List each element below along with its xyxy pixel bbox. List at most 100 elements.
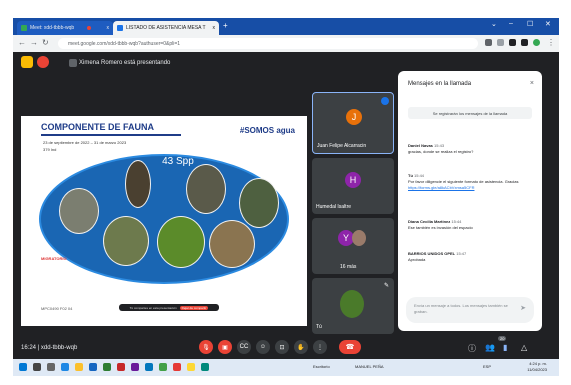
present-screen-button[interactable]: ⊡ [275,340,289,354]
profile-avatar[interactable] [533,39,540,46]
maximize-icon[interactable]: ☐ [527,20,533,28]
more-options-button[interactable]: ⋮ [313,340,327,354]
message-time: 15:44 [414,173,425,178]
slide-title: COMPONENTE DE FAUNA [41,122,155,132]
edge-icon[interactable] [61,363,69,371]
participant-tile[interactable]: J Juan Felipe Alcarracin [312,92,394,154]
presentation-bar: Ximena Romero está presentando [13,52,313,74]
language-indicator[interactable]: ESP [483,364,491,369]
reload-icon[interactable]: ↻ [42,38,49,47]
message-author: Diana Cecilia Martinez [408,219,451,224]
participant-name: Tú [316,324,322,330]
sharing-notice: Tú compartes en esta presentación Dejar … [119,304,219,311]
message-link[interactable]: https://forms.gle/a8kACbVxmsa5CFR [408,185,534,191]
back-icon[interactable]: ← [18,38,26,47]
species-count: 43 Spp [162,156,194,167]
system-clock[interactable]: 4:24 p. m. 11/04/2023 [527,361,547,373]
stop-sharing-button[interactable]: Dejar de compartir [179,305,209,310]
close-tab-icon[interactable]: x [213,25,216,31]
app-icon[interactable] [201,363,209,371]
chat-panel: Mensajes en la llamada × Se registrarán … [398,71,542,331]
mic-off-button[interactable]: 🎙 [199,340,213,354]
meet-favicon-icon [21,25,27,31]
pdf-icon[interactable] [173,363,181,371]
meeting-info: 16:24 | xdd-tbbb-wqb [21,345,77,351]
explorer-icon[interactable] [75,363,83,371]
migratory-label: MIGRATORIO [41,256,67,261]
close-tab-icon[interactable]: x [106,25,109,31]
chat-title: Mensajes en la llamada [408,81,472,87]
forms-favicon-icon [117,25,123,31]
bookmark-star-icon[interactable] [497,39,504,46]
slide-stats: 20 Fam 43 Spp [161,144,195,168]
more-participants-tile[interactable]: Y 16 más [312,218,394,274]
record-icon[interactable] [37,56,49,68]
slide-footer: MPC0490 F02 04 [41,306,73,311]
chat-input[interactable]: Envía un mensaje a todos. Los mensajes t… [406,297,534,323]
info-icon[interactable]: ⓘ [468,343,476,354]
forward-icon[interactable]: → [30,38,38,47]
self-video [340,290,364,318]
participant-name: Humedal Isaltre [316,204,352,210]
close-window-icon[interactable]: ✕ [545,20,551,28]
bird-photo-3 [239,178,279,228]
camera-off-button[interactable]: ▣ [218,340,232,354]
powerpoint-icon[interactable] [117,363,125,371]
message-author: Daniel Navas [408,143,433,148]
chat-message: Tú 15:44 Por favor diligencie el siguien… [408,173,534,191]
start-icon[interactable] [19,363,27,371]
self-tile[interactable]: ✎ Tú [312,278,394,334]
bird-photo-4 [59,188,99,234]
task-view-icon[interactable] [47,363,55,371]
tab-label: LISTADO DE ASISTENCIA MESA T [126,25,206,31]
extensions-icon[interactable] [509,39,516,46]
send-icon[interactable]: ➤ [520,305,526,312]
end-call-button[interactable]: ☎ [339,340,361,354]
message-text: Aprobada [408,257,426,262]
search-icon[interactable] [33,363,41,371]
sharing-notice-text: Tú compartes en esta presentación [129,305,177,310]
message-text: Ese también es invasión del espacio [408,225,473,230]
emoji-button[interactable]: ☺ [256,340,270,354]
families-count: 20 Fam [161,144,195,155]
close-chat-icon[interactable]: × [530,80,534,87]
activities-icon[interactable]: △ [521,343,527,352]
participant-count: 16 más [340,264,357,270]
new-tab-button[interactable]: + [223,21,228,30]
address-bar[interactable]: meet.google.com/xdd-tbbb-wqb?authuser=0&… [58,38,478,49]
browser-tabstrip: Meet: xdd-tbbb-wqb x LISTADO DE ASISTENC… [13,18,559,35]
chat-message: Diana Cecilia Martinez 15:44 Ese también… [408,219,534,231]
tab-meet[interactable]: Meet: xdd-tbbb-wqb x [17,21,113,35]
chrome-icon[interactable] [159,363,167,371]
screen-frame: Meet: xdd-tbbb-wqb x LISTADO DE ASISTENC… [13,18,559,376]
slide-records: 379 Ind [43,147,57,152]
chat-icon[interactable]: ▮ [503,343,507,352]
outlook-icon[interactable] [145,363,153,371]
menu-dots-icon[interactable]: ⋮ [547,38,555,47]
os-taskbar: Escritorio MANUEL PEÑA ESP 4:24 p. m. 11… [13,359,559,376]
minimize-window-icon[interactable]: – [509,20,513,27]
url-text: meet.google.com/xdd-tbbb-wqb?authuser=0&… [68,40,181,47]
meeting-code: xdd-tbbb-wqb [40,345,78,351]
desktop-label[interactable]: Escritorio [313,364,330,369]
tab-attendance[interactable]: LISTADO DE ASISTENCIA MESA T x [113,21,219,35]
captions-button[interactable]: CC [237,340,251,354]
share-icon[interactable] [485,39,492,46]
people-icon[interactable]: 👥 [485,343,495,352]
participant-tile[interactable]: H Humedal Isaltre [312,158,394,214]
bird-photo-5 [103,216,149,266]
bird-photo-7 [209,220,255,268]
excel-icon[interactable] [103,363,111,371]
minimize-icon[interactable]: ⌄ [491,20,497,28]
present-icon[interactable] [21,56,33,68]
teams-icon[interactable] [131,363,139,371]
avatar: J [346,109,362,125]
sidebar-icon[interactable] [521,39,528,46]
tab-label: Meet: xdd-tbbb-wqb [30,25,75,31]
word-icon[interactable] [89,363,97,371]
presenter-screen-icon [69,59,77,67]
raise-hand-button[interactable]: ✋ [294,340,308,354]
message-author: Tú [408,173,413,178]
shared-slide: COMPONENTE DE FAUNA #SOMOS agua 23 de se… [21,116,307,326]
folder-icon[interactable] [187,363,195,371]
